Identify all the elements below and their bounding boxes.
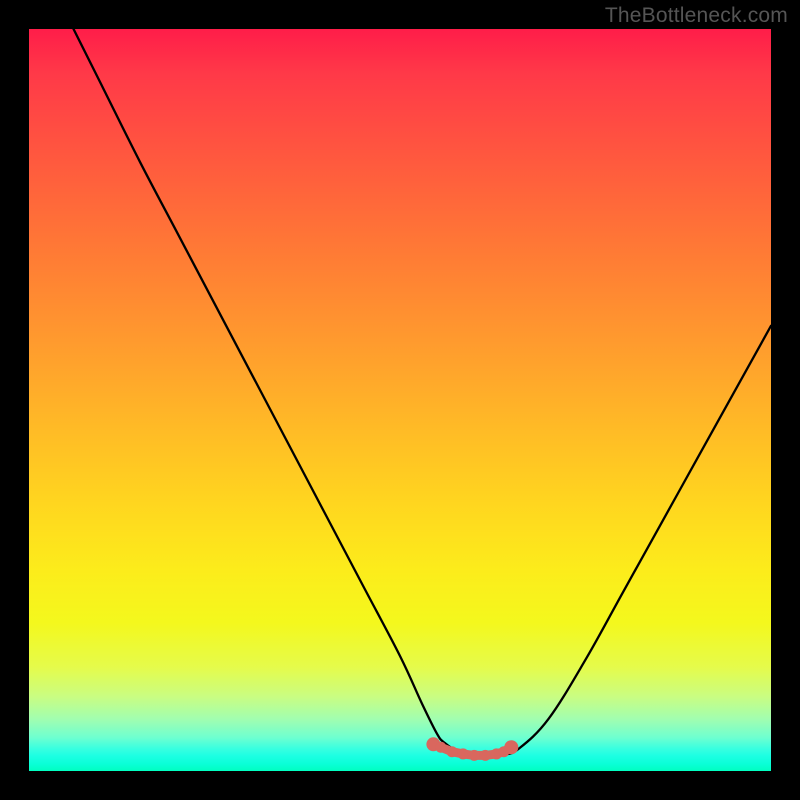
curve-svg <box>29 29 771 771</box>
floor-dot <box>504 740 518 754</box>
floor-dot <box>480 750 491 761</box>
plot-area <box>29 29 771 771</box>
watermark-text: TheBottleneck.com <box>605 4 788 28</box>
chart-frame: TheBottleneck.com <box>0 0 800 800</box>
bottleneck-curve <box>74 29 771 757</box>
floor-dot <box>435 742 446 753</box>
floor-dot <box>446 746 457 757</box>
floor-dot <box>469 750 480 761</box>
floor-dots-group <box>426 737 518 761</box>
floor-dot <box>458 748 469 759</box>
